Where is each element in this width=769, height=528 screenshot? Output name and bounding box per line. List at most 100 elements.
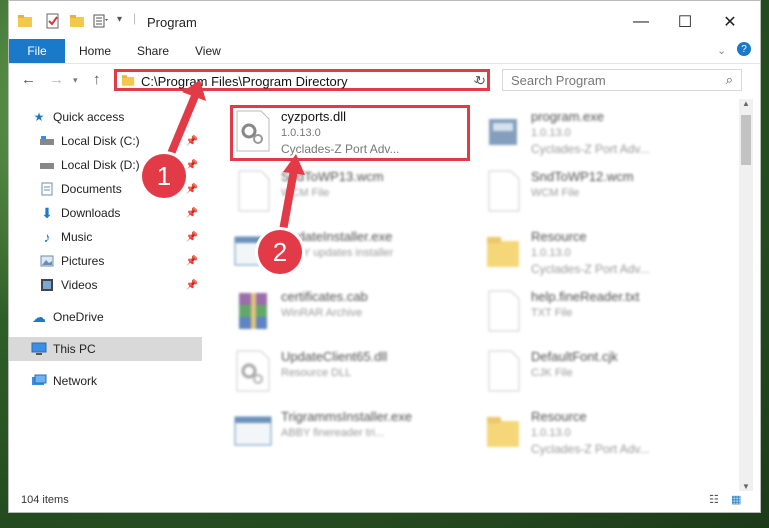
- videos-icon: [39, 278, 55, 292]
- ribbon-tabs: File Home Share View ⌄ ?: [9, 39, 760, 64]
- file-name: certificates.cab: [281, 289, 368, 304]
- sidebar-item-label: Local Disk (D:): [61, 158, 140, 172]
- tiles-view-icon[interactable]: ▦: [731, 493, 741, 506]
- sidebar-item-label: Network: [53, 374, 98, 388]
- file-type: WCM File: [281, 187, 330, 199]
- vertical-scrollbar[interactable]: ▲ ▼: [739, 99, 753, 491]
- ribbon-expand-icon[interactable]: ⌄: [717, 44, 726, 57]
- step-badge-1: 1: [142, 154, 186, 198]
- file-item[interactable]: Resource 1.0.13.0 Cyclades-Z Port Adv...: [479, 225, 709, 281]
- pin-icon: 📌: [185, 279, 198, 291]
- address-bar[interactable]: C:\Program Files\Program Directory ⌄: [114, 69, 490, 91]
- folder-icon: [487, 417, 519, 447]
- sidebar-item-downloads[interactable]: ⬇ Downloads 📌: [39, 201, 202, 225]
- folder-icon: [121, 75, 135, 86]
- minimize-button[interactable]: —: [619, 7, 663, 37]
- documents-icon: [39, 182, 55, 196]
- file-item[interactable]: Resource 1.0.13.0 Cyclades-Z Port Adv...: [479, 405, 709, 461]
- search-placeholder: Search Program: [511, 73, 606, 88]
- help-icon[interactable]: ?: [737, 42, 751, 56]
- recent-dropdown-icon[interactable]: ▾: [73, 75, 78, 86]
- quick-access-dropdown-icon[interactable]: ▾: [117, 14, 122, 25]
- file-item[interactable]: UpdateClient65.dll Resource DLL: [229, 345, 459, 401]
- file-type: CJK File: [531, 367, 573, 379]
- folder-icon: [487, 237, 519, 267]
- cloud-icon: ☁: [32, 308, 46, 325]
- address-path: C:\Program Files\Program Directory: [141, 74, 348, 89]
- network-icon: [31, 374, 47, 388]
- sidebar-item-label: This PC: [53, 342, 96, 356]
- close-button[interactable]: ✕: [708, 7, 752, 37]
- tab-view[interactable]: View: [195, 44, 221, 58]
- new-folder-icon[interactable]: [69, 13, 85, 29]
- file-item[interactable]: SndToWP12.wcm WCM File: [479, 165, 709, 221]
- refresh-icon[interactable]: ↻: [475, 73, 486, 89]
- sidebar-item-videos[interactable]: Videos 📌: [39, 273, 202, 297]
- sidebar-item-quick-access[interactable]: ★ Quick access: [31, 105, 202, 129]
- drive-icon: [39, 158, 55, 172]
- maximize-button[interactable]: ☐: [663, 7, 707, 37]
- item-count: 104 items: [21, 494, 69, 506]
- star-icon: ★: [33, 110, 45, 124]
- file-name: Resource: [531, 229, 587, 244]
- sidebar-item-local-disk-c[interactable]: Local Disk (C:) 📌: [39, 129, 202, 153]
- blank-file-icon: [488, 350, 520, 392]
- sidebar-item-label: Documents: [61, 182, 122, 196]
- blank-file-icon: [238, 170, 270, 212]
- text-file-icon: [488, 290, 520, 332]
- view-options-icon[interactable]: [93, 13, 109, 29]
- file-explorer-window: ▾ | Program — ☐ ✕ File Home Share View ⌄…: [8, 0, 761, 513]
- sidebar-item-music[interactable]: ♪ Music 📌: [39, 225, 202, 249]
- file-item[interactable]: program.exe 1.0.13.0 Cyclades-Z Port Adv…: [479, 105, 709, 161]
- scrollbar-thumb[interactable]: [741, 115, 751, 165]
- sidebar-item-network[interactable]: Network: [31, 369, 202, 393]
- file-description: Cyclades-Z Port Adv...: [531, 442, 650, 456]
- scroll-up-icon[interactable]: ▲: [742, 99, 750, 108]
- download-icon: ⬇: [41, 204, 53, 221]
- tab-home[interactable]: Home: [79, 44, 111, 58]
- sidebar-item-pictures[interactable]: Pictures 📌: [39, 249, 202, 273]
- search-input[interactable]: Search Program ⌕: [502, 69, 742, 91]
- navigation-bar: ← → ▾ ↑ C:\Program Files\Program Directo…: [9, 64, 760, 96]
- back-icon[interactable]: ←: [21, 71, 36, 88]
- file-name: SndToWP13.wcm: [281, 169, 384, 184]
- status-bar: 104 items ☷ ▦: [9, 489, 760, 513]
- file-item[interactable]: help.fineReader.txt TXT File: [479, 285, 709, 341]
- pin-icon: 📌: [185, 207, 198, 219]
- file-name: program.exe: [531, 109, 604, 124]
- file-type: WCM File: [531, 187, 580, 199]
- sidebar-item-this-pc[interactable]: This PC: [9, 337, 202, 361]
- step-badge-2: 2: [258, 230, 302, 274]
- window-title: Program: [147, 15, 197, 30]
- exe-window-icon: [234, 416, 272, 446]
- title-divider: |: [133, 11, 137, 25]
- tab-share[interactable]: Share: [137, 44, 169, 58]
- file-version: 1.0.13.0: [531, 247, 571, 259]
- file-name: SndToWP12.wcm: [531, 169, 634, 184]
- file-description: Cyclades-Z Port Adv...: [531, 262, 650, 276]
- file-item[interactable]: SndToWP13.wcm WCM File: [229, 165, 459, 221]
- sidebar-item-label: Pictures: [61, 254, 105, 268]
- pin-icon: 📌: [185, 255, 198, 267]
- music-icon: ♪: [43, 229, 51, 245]
- details-view-icon[interactable]: ☷: [709, 493, 719, 506]
- file-type: TXT File: [531, 307, 573, 319]
- file-item[interactable]: DefaultFont.cjk CJK File: [479, 345, 709, 401]
- tab-file[interactable]: File: [9, 39, 65, 63]
- program-exe-icon: [489, 119, 517, 145]
- forward-icon[interactable]: →: [49, 71, 64, 88]
- file-name: Resource: [531, 409, 587, 424]
- file-version: 1.0.13.0: [531, 127, 571, 139]
- properties-icon[interactable]: [45, 13, 61, 29]
- file-type: ABBY finereader tri...: [281, 427, 385, 439]
- winrar-icon: [239, 293, 267, 329]
- sidebar-item-label: Quick access: [53, 110, 125, 124]
- sidebar-item-label: OneDrive: [53, 310, 104, 324]
- sidebar-item-onedrive[interactable]: ☁ OneDrive: [31, 305, 202, 329]
- pc-icon: [31, 342, 47, 356]
- search-icon: ⌕: [725, 72, 733, 87]
- up-icon[interactable]: ↑: [93, 71, 101, 88]
- file-item[interactable]: TrigrammsInstaller.exe ABBY finereader t…: [229, 405, 459, 461]
- pin-icon: 📌: [185, 135, 198, 147]
- file-item[interactable]: certificates.cab WinRAR Archive: [229, 285, 459, 341]
